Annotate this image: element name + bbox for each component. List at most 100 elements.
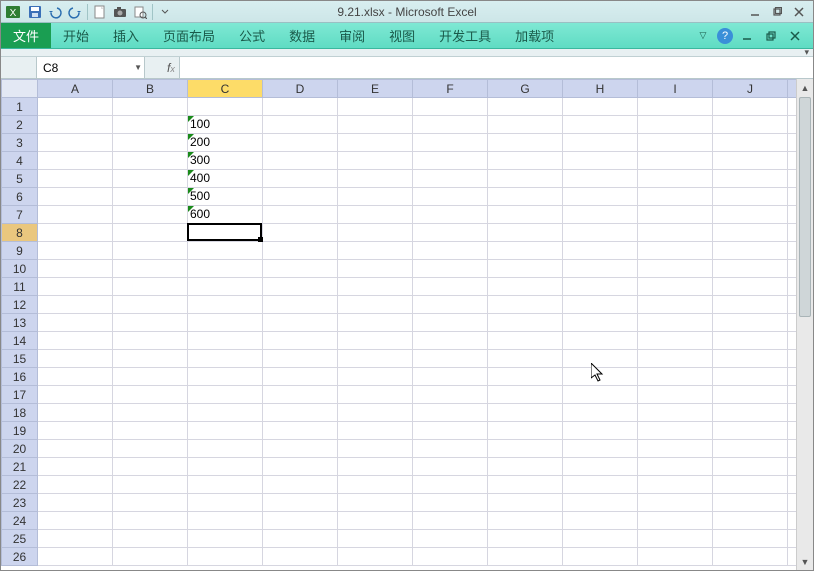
cell-E6[interactable] [338,188,413,206]
worksheet-grid[interactable]: ABCDEFGHIJK12100320043005400650076008910… [1,79,796,570]
ribbon-tab-数据[interactable]: 数据 [277,23,327,48]
cell-K15[interactable] [788,350,797,368]
cell-G1[interactable] [488,98,563,116]
undo-icon[interactable] [45,2,65,22]
cell-F9[interactable] [413,242,488,260]
cell-G16[interactable] [488,368,563,386]
cell-H23[interactable] [563,494,638,512]
cell-I26[interactable] [638,548,713,566]
cell-F19[interactable] [413,422,488,440]
minimize-icon[interactable] [745,2,765,22]
cell-B21[interactable] [113,458,188,476]
cell-B14[interactable] [113,332,188,350]
cell-B26[interactable] [113,548,188,566]
row-header-7[interactable]: 7 [2,206,38,224]
cell-G5[interactable] [488,170,563,188]
cell-E22[interactable] [338,476,413,494]
cell-G18[interactable] [488,404,563,422]
cell-C17[interactable] [188,386,263,404]
cell-I5[interactable] [638,170,713,188]
cell-F25[interactable] [413,530,488,548]
cell-F5[interactable] [413,170,488,188]
cell-A2[interactable] [38,116,113,134]
cell-K11[interactable] [788,278,797,296]
col-header-G[interactable]: G [488,80,563,98]
cell-D21[interactable] [263,458,338,476]
cell-J10[interactable] [713,260,788,278]
cell-H12[interactable] [563,296,638,314]
cell-D17[interactable] [263,386,338,404]
cell-H20[interactable] [563,440,638,458]
cell-I1[interactable] [638,98,713,116]
cell-H18[interactable] [563,404,638,422]
cell-J21[interactable] [713,458,788,476]
cell-B19[interactable] [113,422,188,440]
name-box-dropdown-icon[interactable]: ▼ [134,63,142,72]
row-header-5[interactable]: 5 [2,170,38,188]
cell-G7[interactable] [488,206,563,224]
cell-D24[interactable] [263,512,338,530]
col-header-C[interactable]: C [188,80,263,98]
help-icon[interactable]: ? [717,28,733,44]
cell-B25[interactable] [113,530,188,548]
cell-C15[interactable] [188,350,263,368]
cell-C13[interactable] [188,314,263,332]
cell-B17[interactable] [113,386,188,404]
cell-K4[interactable] [788,152,797,170]
cell-H16[interactable] [563,368,638,386]
cell-D20[interactable] [263,440,338,458]
cell-K19[interactable] [788,422,797,440]
cell-F7[interactable] [413,206,488,224]
cell-A6[interactable] [38,188,113,206]
select-all-corner[interactable] [2,80,38,98]
cell-K3[interactable] [788,134,797,152]
cell-C11[interactable] [188,278,263,296]
cell-F21[interactable] [413,458,488,476]
cell-G25[interactable] [488,530,563,548]
cell-G17[interactable] [488,386,563,404]
cell-G22[interactable] [488,476,563,494]
cell-K14[interactable] [788,332,797,350]
cell-K20[interactable] [788,440,797,458]
cell-G6[interactable] [488,188,563,206]
cell-K7[interactable] [788,206,797,224]
cell-D11[interactable] [263,278,338,296]
cell-J12[interactable] [713,296,788,314]
name-box[interactable]: C8 ▼ [37,57,145,78]
cell-K17[interactable] [788,386,797,404]
cell-K5[interactable] [788,170,797,188]
cell-G19[interactable] [488,422,563,440]
cell-F10[interactable] [413,260,488,278]
cell-I16[interactable] [638,368,713,386]
cell-B2[interactable] [113,116,188,134]
cell-E12[interactable] [338,296,413,314]
cell-K16[interactable] [788,368,797,386]
cell-C2[interactable]: 100 [188,116,263,134]
cell-D3[interactable] [263,134,338,152]
cell-C25[interactable] [188,530,263,548]
cell-C22[interactable] [188,476,263,494]
cell-J15[interactable] [713,350,788,368]
cell-J6[interactable] [713,188,788,206]
cell-E3[interactable] [338,134,413,152]
ribbon-tab-审阅[interactable]: 审阅 [327,23,377,48]
row-header-9[interactable]: 9 [2,242,38,260]
cell-F23[interactable] [413,494,488,512]
row-header-16[interactable]: 16 [2,368,38,386]
cell-D22[interactable] [263,476,338,494]
cell-F15[interactable] [413,350,488,368]
cell-K25[interactable] [788,530,797,548]
ribbon-tab-公式[interactable]: 公式 [227,23,277,48]
row-header-20[interactable]: 20 [2,440,38,458]
row-header-18[interactable]: 18 [2,404,38,422]
cell-A5[interactable] [38,170,113,188]
row-header-22[interactable]: 22 [2,476,38,494]
cell-G26[interactable] [488,548,563,566]
cell-A11[interactable] [38,278,113,296]
col-header-K[interactable]: K [788,80,797,98]
cell-B16[interactable] [113,368,188,386]
cell-C8[interactable] [188,224,263,242]
cell-C7[interactable]: 600 [188,206,263,224]
cell-F4[interactable] [413,152,488,170]
cell-E19[interactable] [338,422,413,440]
